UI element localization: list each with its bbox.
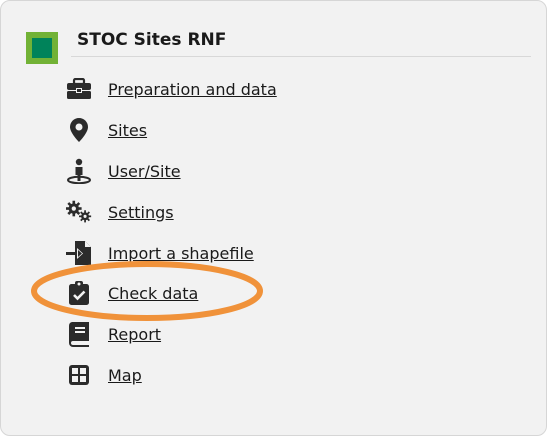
map-pin-icon bbox=[66, 117, 92, 143]
main-menu: Preparation and data Sites User/Site Set… bbox=[0, 0, 550, 439]
menu-item-report[interactable]: Report bbox=[66, 321, 161, 347]
menu-item-label: Sites bbox=[108, 120, 148, 140]
menu-item-settings[interactable]: Settings bbox=[66, 199, 174, 225]
menu-item-label: Import a shapefile bbox=[108, 243, 254, 263]
menu-item-label: Check data bbox=[108, 283, 199, 303]
menu-item-import-a-shapefile[interactable]: Import a shapefile bbox=[66, 240, 254, 266]
menu-item-user-site[interactable]: User/Site bbox=[66, 158, 181, 184]
gears-icon bbox=[66, 199, 92, 225]
book-icon bbox=[66, 321, 92, 347]
menu-item-map[interactable]: Map bbox=[66, 362, 142, 388]
file-import-icon bbox=[66, 240, 92, 266]
menu-item-sites[interactable]: Sites bbox=[66, 117, 147, 143]
user-location-icon bbox=[66, 158, 92, 184]
menu-item-label: Map bbox=[108, 365, 142, 385]
toolbox-icon bbox=[66, 76, 92, 102]
menu-item-preparation-and-data[interactable]: Preparation and data bbox=[66, 76, 277, 102]
menu-item-label: Preparation and data bbox=[108, 79, 277, 99]
clipboard-check-icon bbox=[66, 280, 92, 306]
menu-item-check-data[interactable]: Check data bbox=[66, 280, 198, 306]
menu-item-label: Report bbox=[108, 324, 162, 344]
menu-item-label: Settings bbox=[108, 202, 174, 222]
grid-map-icon bbox=[66, 362, 92, 388]
menu-item-label: User/Site bbox=[108, 161, 181, 181]
